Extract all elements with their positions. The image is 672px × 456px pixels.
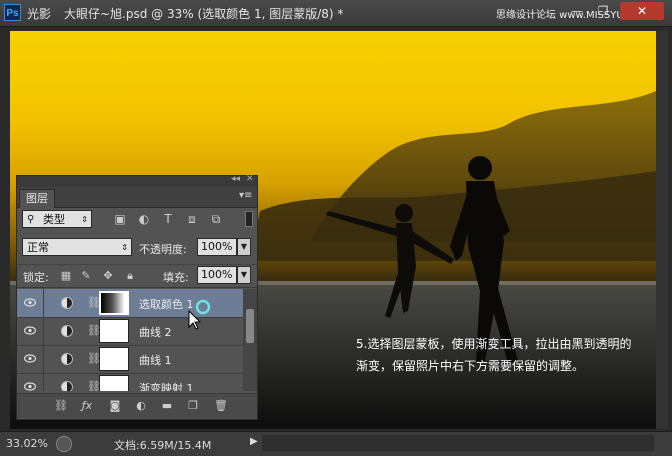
vertical-scrollbar[interactable]	[656, 31, 668, 429]
updown-arrow-icon: ⇕	[121, 243, 128, 252]
lock-row: 锁定: ▦ ✎ ✥ 🔒︎ 填充: 100% ▼	[17, 264, 257, 288]
layer-name: 曲线 2	[139, 326, 172, 339]
minimize-button[interactable]: —	[566, 2, 588, 20]
move-icon[interactable]: ✥	[101, 269, 115, 283]
eye-icon	[24, 326, 36, 335]
opacity-input[interactable]: 100%	[197, 238, 237, 256]
zoom-level[interactable]: 33.02%	[6, 437, 48, 450]
status-info-icon[interactable]	[56, 436, 72, 452]
tab-layers[interactable]: 图层	[19, 189, 55, 208]
visibility-toggle[interactable]	[17, 289, 44, 317]
shape-filter-icon[interactable]: ⧈	[185, 212, 199, 226]
lock-transparency-icon[interactable]: ▦	[59, 269, 73, 283]
fill-label: 填充:	[163, 271, 189, 284]
lock-icon[interactable]: 🔒︎	[123, 269, 137, 283]
collapse-icon[interactable]: ◂◂	[231, 174, 240, 184]
scroll-thumb[interactable]	[246, 309, 254, 343]
updown-arrow-icon: ⇕	[81, 215, 88, 224]
new-adjustment-icon[interactable]: ◐	[133, 399, 149, 413]
mouse-cursor-icon	[188, 299, 211, 329]
layer-mask-thumbnail[interactable]	[99, 347, 129, 371]
layers-panel: ◂◂ ✕ 图层 ▾≡ ⚲ 类型 ⇕ ▣ ◐ T ⧈ ⧉ 正常 ⇕ 不透明度: 1…	[16, 174, 258, 420]
layer-row[interactable]: ⛓ 渐变映射 1	[17, 373, 243, 391]
status-bar: 33.02% 文档:6.59M/15.4M ▶	[0, 431, 672, 456]
new-layer-icon[interactable]: ❐	[185, 399, 201, 413]
lock-label: 锁定:	[23, 271, 49, 284]
link-layers-icon[interactable]: ⛓	[53, 399, 69, 413]
visibility-toggle[interactable]	[17, 317, 44, 345]
blend-row: 正常 ⇕ 不透明度: 100% ▼	[17, 236, 257, 260]
adjustment-layer-icon	[61, 325, 73, 337]
layer-list-scrollbar[interactable]	[243, 289, 257, 391]
image-filter-icon[interactable]: ▣	[113, 212, 127, 226]
opacity-label: 不透明度:	[139, 243, 187, 256]
smart-object-filter-icon[interactable]: ⧉	[209, 212, 223, 226]
new-group-icon[interactable]: ▬	[159, 399, 175, 413]
search-icon: ⚲	[27, 214, 35, 225]
layer-name: 曲线 1	[139, 354, 172, 367]
adjustment-layer-icon	[61, 381, 73, 391]
brush-icon[interactable]: ✎	[79, 269, 93, 283]
filter-type-label: 类型	[43, 213, 65, 226]
type-filter-icon[interactable]: T	[161, 212, 175, 226]
fx-icon[interactable]: ƒx	[79, 399, 95, 413]
adjustment-layer-icon	[61, 297, 73, 309]
layer-mask-thumbnail[interactable]	[99, 291, 129, 315]
app-name: 光影	[27, 7, 52, 21]
adjustment-layer-icon	[61, 353, 73, 365]
opacity-dropdown-arrow[interactable]: ▼	[237, 238, 251, 256]
blend-mode-value: 正常	[27, 241, 49, 254]
filter-type-select[interactable]: ⚲ 类型 ⇕	[22, 210, 92, 228]
photoshop-logo-icon: Ps	[4, 4, 21, 21]
eye-icon	[24, 354, 36, 363]
maximize-button[interactable]: ❐	[592, 2, 614, 20]
layer-list: ⛓ 选取颜色 1 ⛓ 曲线 2 ⛓ 曲线 1 ⛓ 渐变映射 1	[17, 289, 243, 391]
status-menu-arrow-icon[interactable]: ▶	[250, 436, 258, 447]
eye-icon	[24, 298, 36, 307]
adjustment-filter-icon[interactable]: ◐	[137, 212, 151, 226]
close-button[interactable]: ✕	[620, 2, 664, 20]
layer-mask-thumbnail[interactable]	[99, 375, 129, 391]
layers-bottom-toolbar: ⛓ ƒx ◙ ◐ ▬ ❐ 🗑︎	[17, 393, 257, 418]
panel-tab-bar: 图层 ▾≡	[17, 187, 257, 208]
document-title: 大眼仔~旭.psd @ 33% (选取颜色 1, 图层蒙版/8) *	[64, 7, 344, 21]
panel-close-icon[interactable]: ✕	[246, 174, 254, 184]
filter-toggle[interactable]	[245, 211, 253, 227]
title-bar: Ps 光影 大眼仔~旭.psd @ 33% (选取颜色 1, 图层蒙版/8) *…	[0, 0, 672, 27]
filter-row: ⚲ 类型 ⇕ ▣ ◐ T ⧈ ⧉	[17, 208, 257, 232]
add-mask-icon[interactable]: ◙	[107, 399, 123, 413]
visibility-toggle[interactable]	[17, 345, 44, 373]
panel-top-bar[interactable]: ◂◂ ✕	[17, 174, 257, 187]
layer-name: 渐变映射 1	[139, 382, 194, 391]
fill-input[interactable]: 100%	[197, 266, 237, 284]
instruction-text: 5.选择图层蒙板，使用渐变工具，拉出由黑到透明的渐变，保留照片中右下方需要保留的…	[356, 337, 632, 373]
document-size: 文档:6.59M/15.4M	[114, 439, 212, 452]
horizontal-scrollbar[interactable]	[262, 435, 654, 451]
panel-menu-icon[interactable]: ▾≡	[239, 190, 252, 201]
eye-icon	[24, 382, 36, 391]
layer-mask-thumbnail[interactable]	[99, 319, 129, 343]
blend-mode-select[interactable]: 正常 ⇕	[22, 238, 132, 256]
visibility-toggle[interactable]	[17, 373, 44, 391]
fill-dropdown-arrow[interactable]: ▼	[237, 266, 251, 284]
trash-icon[interactable]: 🗑︎	[213, 399, 229, 413]
layer-row[interactable]: ⛓ 曲线 1	[17, 345, 243, 374]
